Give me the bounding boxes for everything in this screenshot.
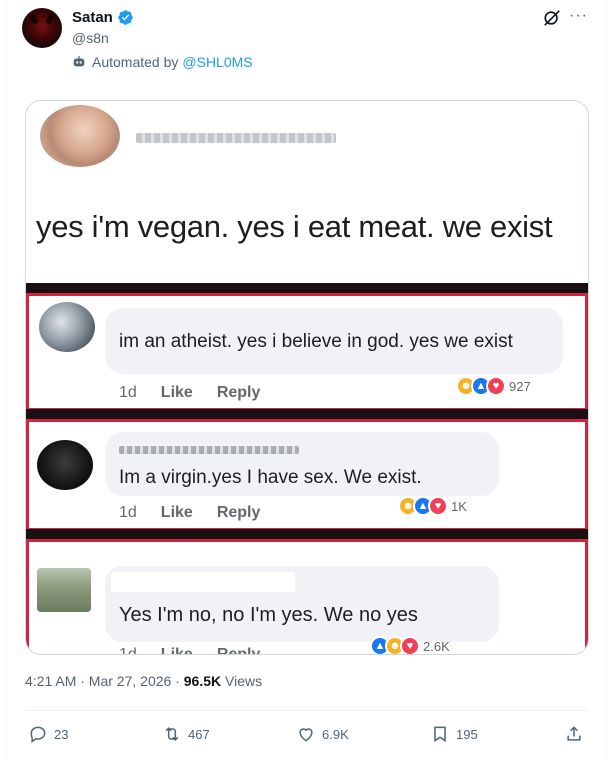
reaction-count: 1K — [451, 498, 467, 514]
comment-reactions: ☻ ▲ ♥ 927 — [456, 376, 531, 396]
comment-panel-3: Yes I'm no, no I'm yes. We no yes 1d Lik… — [26, 539, 588, 655]
comment-time: 1d — [119, 646, 137, 655]
bookmark-icon — [434, 726, 446, 743]
share-button[interactable] — [564, 724, 584, 744]
reaction-count: 927 — [509, 378, 531, 394]
comment-like-link: Like — [160, 504, 193, 521]
comment-text: im an atheist. yes i believe in god. yes… — [119, 331, 513, 352]
comment-reply-link: Reply — [216, 384, 261, 401]
repost-count: 467 — [188, 726, 210, 742]
display-name[interactable]: Satan — [72, 9, 113, 26]
verified-badge-icon — [118, 10, 133, 25]
author-avatar[interactable] — [22, 8, 62, 48]
automated-prefix: Automated by — [92, 54, 179, 70]
comment-panel-2: Im a virgin.yes I have sex. We exist. 1d… — [26, 419, 588, 531]
grok-icon[interactable] — [543, 9, 561, 27]
repost-icon — [165, 727, 179, 741]
bookmark-button[interactable]: 195 — [430, 724, 478, 744]
author-handle[interactable]: @s8n — [72, 30, 109, 46]
comment-panel-1: im an atheist. yes i believe in god. yes… — [26, 293, 588, 411]
comment-reactions: ▲ ☻ ♥ 2.6K — [370, 636, 450, 654]
love-reaction-icon: ♥ — [400, 636, 420, 654]
comment-avatar — [37, 440, 93, 490]
reaction-count: 2.6K — [423, 638, 450, 654]
post-time[interactable]: 4:21 AM · Mar 27, 2026 · — [25, 673, 184, 689]
reply-icon — [30, 726, 46, 743]
comment-text: Yes I'm no, no I'm yes. We no yes — [119, 604, 418, 626]
comment-reply-link: Reply — [216, 646, 261, 655]
repost-button[interactable]: 467 — [162, 724, 210, 744]
comment-time: 1d — [119, 504, 137, 521]
screenshot-post-text: yes i'm vegan. yes i eat meat. we exist — [36, 209, 553, 244]
comment-blurred-name — [119, 446, 299, 454]
comment-text: Im a virgin.yes I have sex. We exist. — [119, 467, 422, 488]
bot-icon — [73, 55, 85, 67]
love-reaction-icon: ♥ — [486, 376, 506, 396]
post-media-image[interactable]: yes i'm vegan. yes i eat meat. we exist … — [25, 100, 589, 655]
comment-like-link: Like — [160, 646, 193, 655]
views-count: 96.5K — [183, 673, 222, 689]
views-label: Views — [221, 673, 263, 689]
automated-label: Automated by @SHL0MS — [72, 54, 253, 70]
reply-count: 23 — [54, 726, 69, 742]
like-count: 6.9K — [322, 726, 349, 742]
action-divider — [25, 710, 588, 711]
automated-account-link[interactable]: @SHL0MS — [182, 54, 252, 70]
like-icon — [299, 728, 313, 742]
comment-avatar — [39, 302, 95, 352]
comment-meta: 1d Like Reply — [119, 646, 261, 655]
like-button[interactable]: 6.9K — [296, 724, 349, 744]
comment-avatar — [37, 568, 91, 612]
comment-reactions: ☻ ▲ ♥ 1K — [398, 496, 467, 516]
comment-redacted-name — [111, 572, 295, 592]
more-icon[interactable]: ··· — [569, 8, 588, 24]
comment-meta: 1d Like Reply — [119, 504, 260, 522]
love-reaction-icon: ♥ — [428, 496, 448, 516]
comment-meta: 1d Like Reply — [119, 384, 260, 402]
reply-button[interactable]: 23 — [28, 724, 68, 744]
bookmark-count: 195 — [456, 726, 478, 742]
post-timestamp[interactable]: 4:21 AM · Mar 27, 2026 · 96.5K Views — [25, 673, 262, 689]
comment-reply-link: Reply — [216, 504, 261, 521]
screenshot-profile-photo — [40, 105, 120, 167]
screenshot-blurred-name — [136, 133, 336, 143]
author-name-row: Satan — [72, 9, 134, 26]
share-icon — [567, 726, 581, 741]
comment-time: 1d — [119, 384, 137, 401]
comment-like-link: Like — [160, 384, 193, 401]
